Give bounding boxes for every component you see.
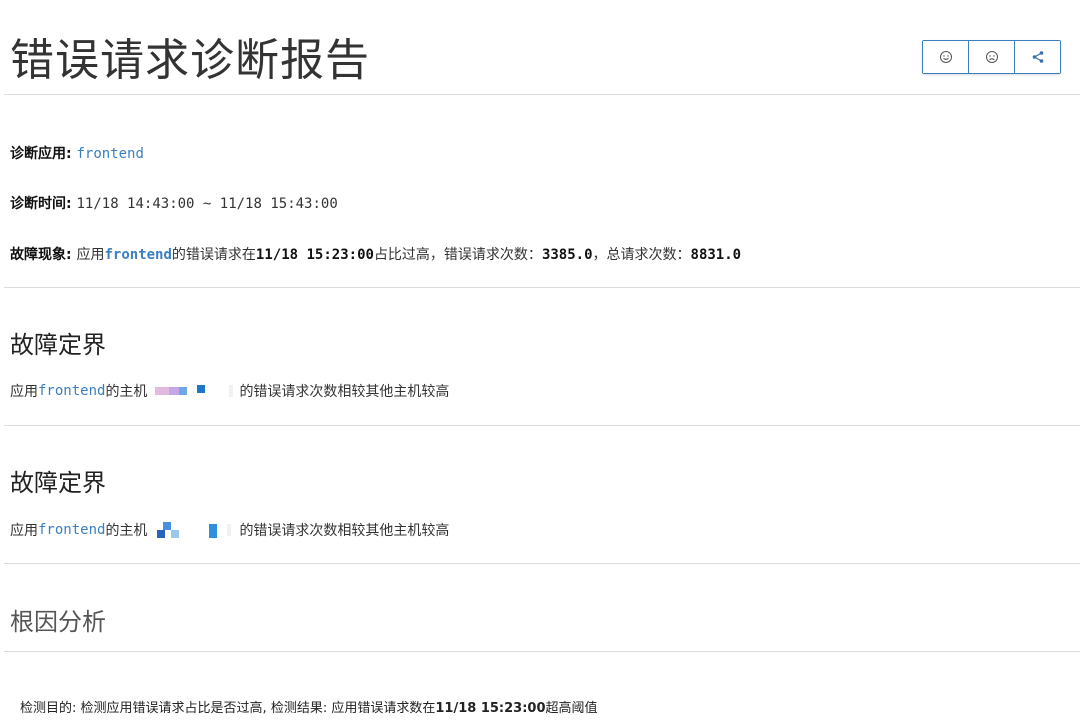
purpose-label: 检测目的: [20,701,77,716]
smile-icon [939,51,952,63]
redacted-host [149,522,237,538]
diagnosis-app-value[interactable]: frontend [76,146,143,162]
app-link[interactable]: frontend [38,383,105,399]
symptom-mid: 的错误请求在 [171,247,256,263]
result-time: 11/18 15:23:00 [435,701,546,716]
result-prefix: 应用错误请求数在 [331,701,436,716]
diagnosis-app-label: 诊断应用 [10,146,66,162]
result-suffix: 超高阈值 [545,701,598,716]
like-button[interactable] [923,41,968,73]
diagnosis-time-value: 11/18 14:43:00 ~ 11/18 15:43:00 [76,196,338,212]
symptom-row: 故障现象: 应用frontend的错误请求在11/18 15:23:00占比过高… [10,247,742,263]
body-mid: 的主机 [105,523,148,539]
frown-icon [985,51,998,63]
symptom-app[interactable]: frontend [104,247,171,263]
body-prefix: 应用 [10,384,38,400]
symptom-time: 11/18 15:23:00 [255,247,374,263]
app-link[interactable]: frontend [38,522,105,538]
diagnosis-time-row: 诊断时间: 11/18 14:43:00 ~ 11/18 15:43:00 [10,196,338,212]
divider [4,563,1080,564]
divider [4,94,1080,95]
section-title-root-cause: 根因分析 [10,608,106,636]
redacted-host [149,383,237,399]
result-label: 检测结果: [270,701,328,716]
body-mid: 的主机 [105,384,148,400]
diagnosis-time-label: 诊断时间 [10,196,66,212]
body-prefix: 应用 [10,523,38,539]
dislike-button[interactable] [968,41,1014,73]
section-title-fault-boundary: 故障定界 [10,469,106,497]
share-button[interactable] [1014,41,1060,73]
feedback-button-group [922,40,1061,74]
section-title-fault-boundary: 故障定界 [10,331,106,359]
divider [4,425,1080,426]
page-title: 错误请求诊断报告 [10,35,370,86]
divider [4,651,1080,652]
divider [4,287,1080,288]
section-body-fault-boundary: 应用 frontend 的主机 的错误请求次数相较其他主机较高 [10,381,449,401]
error-count: 3385.0 [541,247,593,263]
body-suffix: 的错误请求次数相较其他主机较高 [239,384,450,400]
symptom-prefix: 应用 [76,247,105,263]
symptom-label: 故障现象 [10,247,66,263]
section-body-fault-boundary: 应用 frontend 的主机 的错误请求次数相较其他主机较高 [10,520,449,540]
total-count: 8831.0 [690,247,742,263]
share-icon [1032,51,1043,63]
symptom-rest: 占比过高，错误请求次数： [373,247,542,263]
purpose-value: 检测应用错误请求占比是否过高, [80,701,267,716]
detection-summary: 检测目的: 检测应用错误请求占比是否过高, 检测结果: 应用错误请求数在11/1… [20,697,598,716]
diagnosis-app-row: 诊断应用: frontend [10,146,144,162]
total-label: ，总请求次数： [592,247,691,263]
body-suffix: 的错误请求次数相较其他主机较高 [239,523,450,539]
